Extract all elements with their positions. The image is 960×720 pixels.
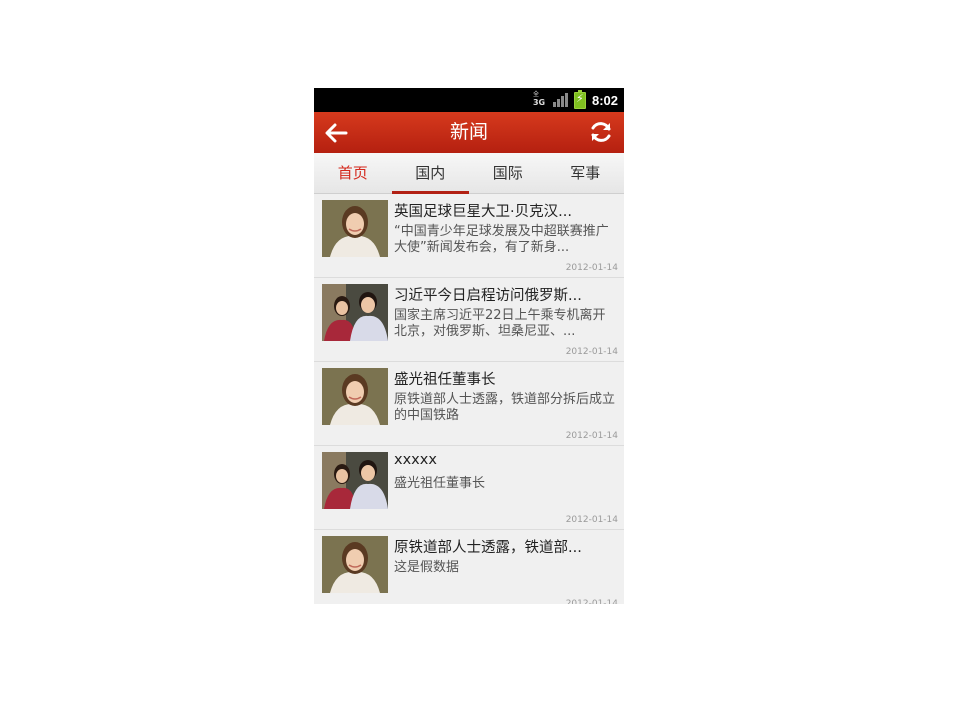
news-date: 2012-01-14 [565, 515, 618, 525]
news-date: 2012-01-14 [565, 599, 618, 604]
news-summary: “中国青少年足球发展及中超联赛推广大使”新闻发布会，有了新身... [394, 224, 609, 255]
news-date: 2012-01-14 [565, 347, 618, 357]
news-thumbnail [322, 284, 388, 341]
news-summary: 原铁道部人士透露，铁道部分拆后成立的中国铁路 [394, 392, 616, 423]
news-list: 英国足球巨星大卫·贝克汉... “中国青少年足球发展及中超联赛推广大使”新闻发布… [314, 194, 624, 604]
news-item[interactable]: xxxxx 盛光祖任董事长 2012-01-14 [314, 446, 624, 530]
category-tabs: 首页 国内 国际 军事 [314, 153, 624, 194]
tab-international[interactable]: 国际 [469, 153, 547, 193]
clock: 8:02 [591, 92, 618, 108]
news-title: xxxxx [394, 452, 437, 468]
news-title: 习近平今日启程访问俄罗斯... [394, 288, 582, 304]
status-bar: 全 3G ⚡ 8:02 [314, 88, 624, 112]
tab-domestic[interactable]: 国内 [391, 153, 470, 194]
news-thumbnail [322, 200, 388, 257]
news-date: 2012-01-14 [565, 263, 618, 273]
network-3g-label: 3G [532, 98, 546, 107]
news-thumbnail [322, 452, 388, 509]
page-title: 新闻 [449, 121, 488, 143]
news-summary: 盛光祖任董事长 [394, 476, 486, 491]
news-thumbnail [322, 368, 388, 425]
news-date: 2012-01-14 [565, 431, 618, 441]
network-3g-icon: 全 3G [533, 92, 547, 108]
news-item[interactable]: 英国足球巨星大卫·贝克汉... “中国青少年足球发展及中超联赛推广大使”新闻发布… [314, 194, 624, 278]
signal-icon [552, 93, 568, 107]
news-title: 英国足球巨星大卫·贝克汉... [394, 204, 572, 220]
title-bar: 新闻 [314, 112, 624, 153]
status-icons: 全 3G ⚡ 8:02 [533, 88, 618, 112]
news-title: 盛光祖任董事长 [394, 372, 496, 388]
news-title: 原铁道部人士透露，铁道部... [394, 540, 582, 556]
refresh-icon [591, 122, 611, 142]
battery-icon: ⚡ [573, 89, 586, 109]
news-item[interactable]: 原铁道部人士透露，铁道部... 这是假数据 2012-01-14 [314, 530, 624, 604]
tab-home[interactable]: 首页 [314, 153, 392, 193]
phone-screen: 全 3G ⚡ 8:02 新闻 首页 国内 国际 军事 英国足球巨星大卫·贝克汉.… [314, 88, 624, 604]
news-item[interactable]: 习近平今日启程访问俄罗斯... 国家主席习近平22日上午乘专机离开北京，对俄罗斯… [314, 278, 624, 362]
news-thumbnail [322, 536, 388, 593]
refresh-button[interactable] [588, 119, 614, 145]
battery-charging-glyph: ⚡ [575, 91, 584, 105]
news-item[interactable]: 盛光祖任董事长 原铁道部人士透露，铁道部分拆后成立的中国铁路 2012-01-1… [314, 362, 624, 446]
news-summary: 这是假数据 [394, 560, 460, 575]
tab-military[interactable]: 军事 [547, 153, 625, 193]
news-summary: 国家主席习近平22日上午乘专机离开北京，对俄罗斯、坦桑尼亚、... [394, 308, 606, 339]
